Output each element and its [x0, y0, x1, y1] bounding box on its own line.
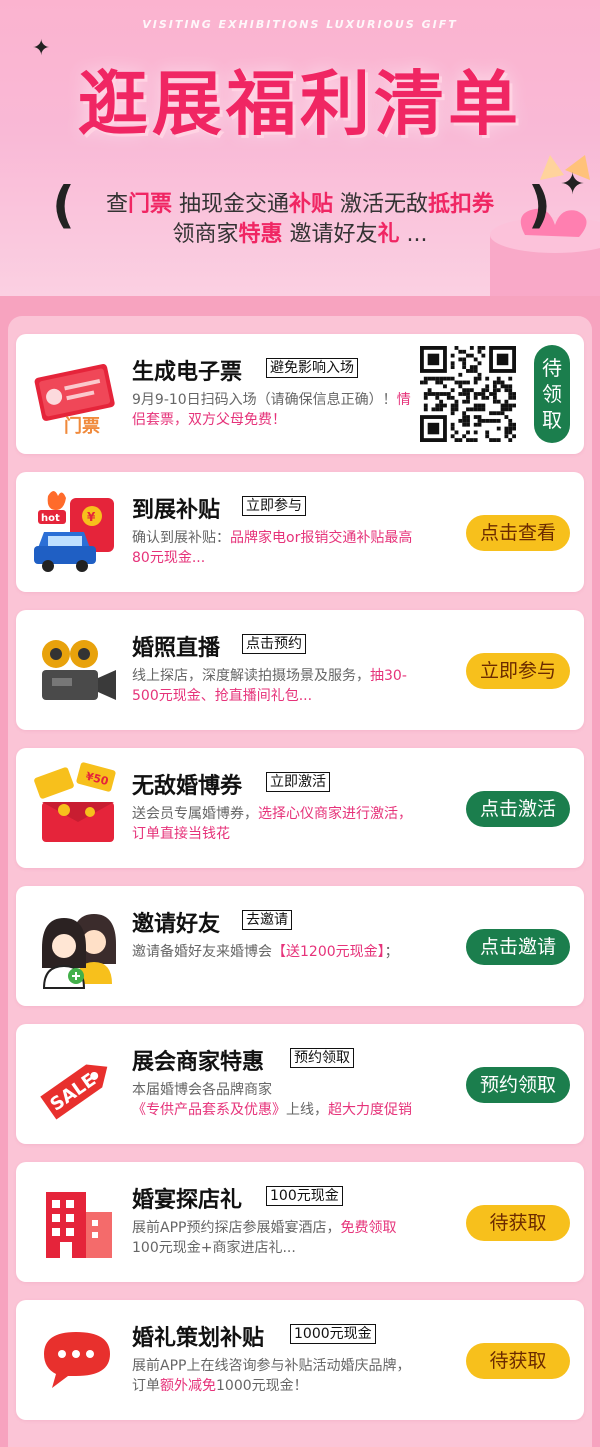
svg-text:¥: ¥	[87, 510, 96, 524]
page-title: 逛展福利清单	[78, 63, 522, 145]
card-title: 婚照直播	[132, 636, 221, 661]
card-description: 确认到展补贴：品牌家电or报销交通补贴最高80元现金...	[132, 530, 413, 566]
benefit-segment: 查	[105, 192, 128, 217]
ticket-icon: 门票	[34, 363, 115, 437]
card-description: 9月9-10日扫码入场（请确保信息正确）！情侣套票，双方父母免费！	[132, 392, 411, 428]
benefit-segment: 特惠	[238, 222, 283, 247]
card-tag: 立即参与	[242, 496, 306, 516]
invite-friends-icon	[42, 914, 116, 989]
pending-banquet-button[interactable]: 待获取	[466, 1205, 570, 1241]
claim-ticket-button[interactable]: 待领取	[534, 345, 570, 443]
svg-text:hot: hot	[41, 513, 60, 524]
activate-coupon-button[interactable]: 点击激活	[466, 791, 570, 827]
card-title: 到展补贴	[132, 498, 221, 523]
svg-text:门票: 门票	[64, 415, 100, 437]
subsidy-car-icon: ¥ hot	[34, 491, 114, 572]
card-title: 展会商家特惠	[132, 1050, 265, 1075]
card-description: 线上探店，深度解读拍摄场景及服务，抽30-500元现金、抢直播间礼包...	[132, 668, 407, 704]
chat-bubble-icon	[44, 1332, 110, 1388]
card-coupon: ¥50 无敌婚博券 立即激活 送会员专属婚博券，选择心仪商家进行激活，订单直接当…	[16, 748, 584, 868]
card-tag: 立即激活	[266, 772, 330, 792]
join-live-button[interactable]: 立即参与	[466, 653, 570, 689]
card-title: 邀请好友	[132, 912, 221, 937]
card-tag: 点击预约	[242, 634, 306, 654]
card-description: 展前APP上在线咨询参与补贴活动婚庆品牌，订单额外减免1000元现金！	[132, 1358, 411, 1394]
benefit-segment: 领商家	[172, 222, 239, 247]
coupon-gift-icon: ¥50	[34, 762, 116, 842]
card-tag: 预约领取	[290, 1048, 354, 1068]
hotel-building-icon	[46, 1192, 112, 1258]
card-tag: 避免影响入场	[266, 358, 358, 378]
card-tag: 100元现金	[266, 1186, 343, 1206]
benefit-segment: 补贴	[289, 192, 334, 217]
pending-planning-button[interactable]: 待获取	[466, 1343, 570, 1379]
sale-tag-icon: SALE	[40, 1064, 108, 1120]
card-title: 婚礼策划补贴	[132, 1326, 265, 1351]
benefit-segment: ...	[399, 222, 428, 247]
benefit-summary-line1: 查门票 抽现金交通补贴 激活无敌抵扣券	[0, 186, 600, 218]
view-subsidy-button[interactable]: 点击查看	[466, 515, 570, 551]
invite-button[interactable]: 点击邀请	[466, 929, 570, 965]
card-invite-friends: 邀请好友 去邀请 邀请备婚好友来婚博会【送1200元现金】； 点击邀请	[16, 886, 584, 1006]
card-description: 展前APP预约探店参展婚宴酒店，免费领取100元现金+商家进店礼...	[132, 1220, 397, 1256]
card-merchant-offers: SALE 展会商家特惠 预约领取 本届婚博会各品牌商家《专供产品套系及优惠》上线…	[16, 1024, 584, 1144]
card-tag: 1000元现金	[290, 1324, 376, 1344]
card-banquet-visit: 婚宴探店礼 100元现金 展前APP预约探店参展婚宴酒店，免费领取100元现金+…	[16, 1162, 584, 1282]
card-description: 邀请备婚好友来婚博会【送1200元现金】；	[132, 944, 399, 960]
card-title: 婚宴探店礼	[132, 1188, 243, 1213]
qr-code[interactable]	[420, 346, 516, 442]
header-subtitle: VISITING EXHIBITIONS LUXURIOUS GIFT	[142, 18, 458, 31]
card-title: 无敌婚博券	[132, 774, 243, 799]
card-tag: 去邀请	[242, 910, 292, 930]
benefit-segment: 抵扣券	[428, 192, 495, 217]
benefit-segment: 抽现金交通	[172, 192, 289, 217]
card-e-ticket: 门票 生成电子票 避免影响入场 9月9-10日扫码入场（请确保信息正确）！情侣套…	[16, 334, 584, 454]
benefits-panel: 门票 生成电子票 避免影响入场 9月9-10日扫码入场（请确保信息正确）！情侣套…	[8, 316, 592, 1447]
benefit-summary-line2: 领商家特惠 邀请好友礼 ...	[0, 216, 600, 248]
header-banner: VISITING EXHIBITIONS LUXURIOUS GIFT 逛展福利…	[0, 0, 600, 296]
card-arrival-subsidy: ¥ hot 到展补贴 立即参与 确认到展补贴：品牌家电or报销交通补贴最高80元…	[16, 472, 584, 592]
sparkle-icon: ✦	[32, 36, 51, 61]
card-title: 生成电子票	[132, 360, 243, 385]
video-camera-icon	[42, 640, 116, 700]
card-wedding-planning: 婚礼策划补贴 1000元现金 展前APP上在线咨询参与补贴活动婚庆品牌，订单额外…	[16, 1300, 584, 1420]
benefit-segment: 激活无敌	[333, 192, 429, 217]
card-description: 本届婚博会各品牌商家《专供产品套系及优惠》上线，超大力度促销	[132, 1082, 412, 1118]
benefit-segment: 邀请好友	[282, 222, 378, 247]
card-wedding-live: 婚照直播 点击预约 线上探店，深度解读拍摄场景及服务，抽30-500元现金、抢直…	[16, 610, 584, 730]
card-description: 送会员专属婚博券，选择心仪商家进行激活，订单直接当钱花	[132, 806, 412, 842]
benefit-segment: 礼	[377, 222, 400, 247]
benefit-segment: 门票	[127, 192, 172, 217]
reserve-claim-button[interactable]: 预约领取	[466, 1067, 570, 1103]
